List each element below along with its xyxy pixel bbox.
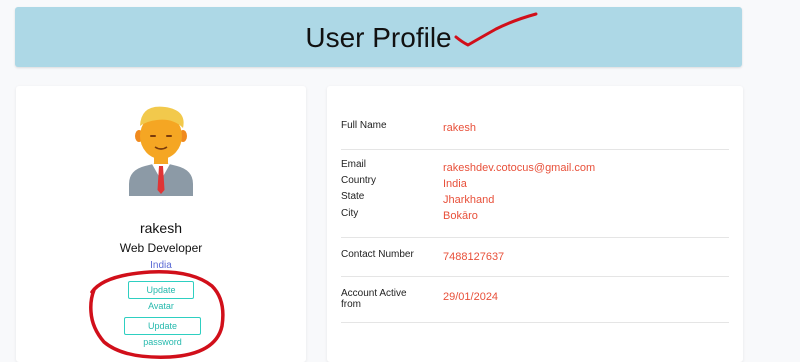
profile-summary-card: rakesh Web Developer India Update Avatar… (16, 86, 306, 362)
contact-row: Contact Number 7488127637 (341, 249, 729, 269)
full-name-label: Full Name (341, 120, 387, 131)
divider (341, 322, 729, 323)
divider (341, 276, 729, 277)
update-avatar-button[interactable]: Update Avatar (128, 281, 194, 311)
contact-number-value: 7488127637 (443, 251, 505, 263)
profile-country: India (150, 260, 172, 271)
full-name-value: rakesh (443, 122, 477, 134)
email-value: rakeshdev.cotocus@gmail.com (443, 162, 596, 174)
state-label: State (341, 191, 365, 202)
country-value: India (443, 178, 467, 190)
account-active-value: 29/01/2024 (443, 291, 499, 303)
profile-details-card: Full Name rakesh Email rakeshdev.cotocus… (327, 86, 743, 362)
account-active-label-continued: from (341, 299, 361, 310)
divider (341, 149, 729, 150)
state-value: Jharkhand (443, 194, 495, 206)
email-label: Email (341, 159, 367, 170)
city-label: City (341, 208, 359, 219)
account-active-row: Account Active from 29/01/2024 (341, 288, 729, 314)
profile-name: rakesh (139, 220, 183, 236)
location-row: Email rakeshdev.cotocus@gmail.com Countr… (341, 159, 729, 227)
divider (341, 237, 729, 238)
update-password-button[interactable]: Update password (124, 317, 201, 347)
full-name-row: Full Name rakesh (341, 120, 729, 140)
country-label: Country (341, 175, 377, 186)
user-avatar-icon (129, 106, 193, 196)
city-value: Bokāro (443, 210, 478, 222)
profile-header-banner: User Profile (15, 7, 742, 67)
page-title: User Profile (305, 22, 452, 53)
contact-number-label: Contact Number (341, 249, 414, 260)
profile-role: Web Developer (119, 241, 203, 255)
